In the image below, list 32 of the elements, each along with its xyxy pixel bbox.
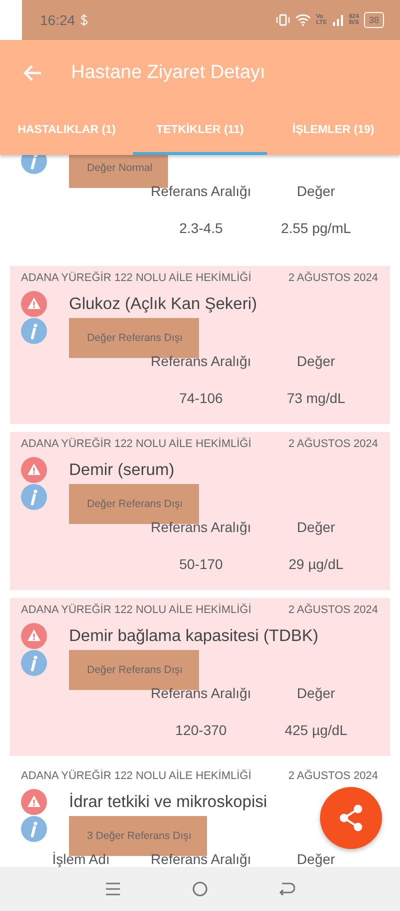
table-cell: 50-170 bbox=[179, 556, 223, 572]
table-cell: 74-106 bbox=[179, 390, 223, 406]
column-header: Değer bbox=[296, 353, 336, 369]
test-date: 2 AĞUSTOS 2024 bbox=[288, 272, 378, 284]
facility-name: ADANA YÜREĞİR 122 NOLU AİLE HEKİMLİĞİ bbox=[21, 438, 252, 450]
test-card[interactable]: ADANA YÜREĞİR 122 NOLU AİLE HEKİMLİĞİ 2 AĞUSTOS 2024 Demir (serum) Değer Referans Dışı Referans Aralığı Değer 50-170 29 µg/dL bbox=[10, 432, 390, 590]
screen-title: Hastane Ziyaret Detayı bbox=[71, 62, 266, 84]
battery-level: 38 bbox=[364, 12, 384, 28]
test-date: 2 AĞUSTOS 2024 bbox=[288, 438, 378, 450]
test-card[interactable]: ADANA YÜREĞİR 122 NOLU AİLE HEKİMLİĞİ 2 AĞUSTOS 2024 Glukoz (Açlık Kan Şekeri) Değer Referans Dışı Referans Aralığı Değer 74-106 73 mg/dL bbox=[10, 266, 390, 424]
table-cell: 120-370 bbox=[175, 722, 227, 738]
test-name: Glukoz (Açlık Kan Şekeri) bbox=[69, 294, 257, 314]
facility-name: ADANA YÜREĞİR 122 NOLU AİLE HEKİMLİĞİ bbox=[21, 272, 252, 284]
column-header: Değer bbox=[296, 519, 336, 535]
test-name: İdrar tetkiki ve mikroskopisi bbox=[69, 792, 268, 812]
table-cell: 2.55 pg/mL bbox=[280, 220, 352, 236]
test-date: 2 AĞUSTOS 2024 bbox=[288, 604, 378, 616]
table-cell: 2.3-4.5 bbox=[179, 220, 223, 236]
test-name: Demir bağlama kapasitesi (TDBK) bbox=[69, 626, 318, 646]
table-cell: 29 µg/dL bbox=[288, 556, 344, 572]
column-header: Değer bbox=[296, 183, 336, 199]
column-header: Değer bbox=[296, 685, 336, 701]
table-cell: 425 µg/dL bbox=[284, 722, 348, 738]
table-cell: 73 mg/dL bbox=[286, 390, 346, 406]
test-card[interactable]: ADANA YÜREĞİR 122 NOLU AİLE HEKİMLİĞİ 2 AĞUSTOS 2024 Demir bağlama kapasitesi (TDBK) Değer Referans Dışı Referans Aralığı Değer 120-370 425 µg/dL bbox=[10, 598, 390, 756]
test-name: Demir (serum) bbox=[69, 460, 174, 480]
column-header: Değer bbox=[296, 851, 336, 867]
status-time: 16:24 bbox=[40, 13, 76, 27]
test-date: 2 AĞUSTOS 2024 bbox=[288, 770, 378, 782]
result-status: Değer Normal bbox=[69, 155, 168, 188]
facility-name: ADANA YÜREĞİR 122 NOLU AİLE HEKİMLİĞİ bbox=[21, 770, 252, 782]
facility-name: ADANA YÜREĞİR 122 NOLU AİLE HEKİMLİĞİ bbox=[21, 604, 252, 616]
